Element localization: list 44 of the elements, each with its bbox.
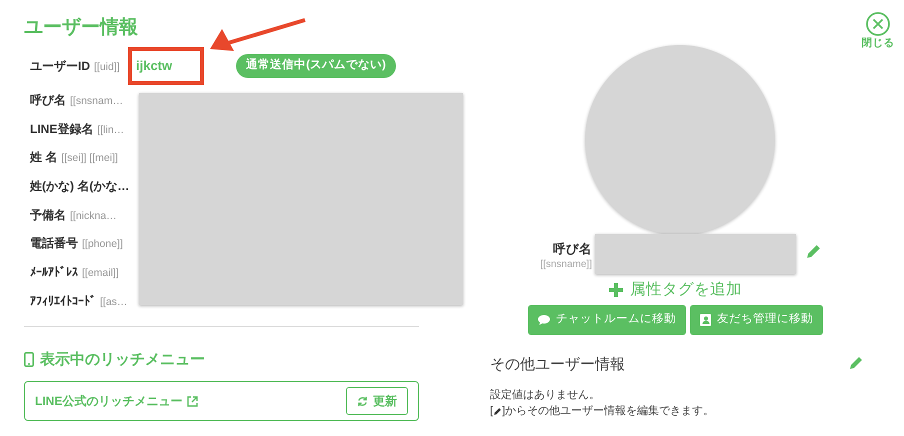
field-tag: [[nickna… xyxy=(70,208,117,224)
action-button[interactable]: 友だち管理に移動 xyxy=(690,305,823,335)
profile-tag: [[snsname]] xyxy=(540,258,592,271)
section-heading: 表示中のリッチメニュー xyxy=(40,350,205,370)
field-label: 姓 名 xyxy=(30,149,58,166)
refresh-button[interactable]: 更新 xyxy=(346,387,408,415)
smartphone-icon xyxy=(24,352,34,368)
field-label: 呼び名 xyxy=(30,92,66,109)
pencil-icon xyxy=(493,406,502,416)
close-icon xyxy=(866,12,890,36)
add-tag-button[interactable]: 属性タグを追加 xyxy=(609,278,742,302)
note-text: [ xyxy=(490,404,494,419)
plus-icon xyxy=(609,282,623,297)
edit-icon[interactable] xyxy=(805,243,822,260)
field-label: 姓(かな) 名(かな… xyxy=(30,178,130,196)
field-label: ユーザーID xyxy=(30,58,90,75)
empty-message: 設定値はありません。 xyxy=(490,388,601,403)
field-label: 電話番号 xyxy=(30,235,78,252)
field-tag: [[lin… xyxy=(97,122,124,138)
action-button[interactable]: チャットルームに移動 xyxy=(528,305,686,335)
profile-label: 呼び名 xyxy=(553,241,592,258)
field-label: ﾒｰﾙｱﾄﾞﾚｽ xyxy=(30,264,78,282)
edit-icon[interactable] xyxy=(848,355,864,371)
address-book-icon xyxy=(700,314,711,326)
field-label: 予備名 xyxy=(30,206,66,224)
status-badge: 通常送信中(スパムでない) xyxy=(236,54,396,78)
field-label: LINE登録名 xyxy=(30,120,94,138)
field-tag: [[phone]] xyxy=(82,237,123,254)
field-label: ｱﾌｨﾘｴｲﾄｺｰﾄﾞ xyxy=(30,292,96,310)
arrow-icon xyxy=(210,17,306,51)
field-tag: [[snsnam… xyxy=(70,94,124,110)
rich-menu-link[interactable]: LINE公式のリッチメニュー xyxy=(35,392,198,410)
speech-bubble-icon xyxy=(538,314,550,326)
section-heading: その他ユーザー情報 xyxy=(490,355,625,375)
field-tag: [[email]] xyxy=(82,266,119,282)
close-button[interactable]: 閉じる xyxy=(858,12,898,52)
refresh-icon xyxy=(357,396,368,406)
user-id-value: ijkctw xyxy=(136,57,172,76)
note-text: ]からその他ユーザー情報を編集できます。 xyxy=(502,404,714,419)
page-title: ユーザー情報 xyxy=(24,16,138,40)
field-tag: [[uid]] xyxy=(94,60,120,76)
external-link-icon xyxy=(187,396,198,406)
field-tag: [[sei]] [[mei]] xyxy=(61,151,118,168)
field-tag: [[as… xyxy=(100,294,128,311)
